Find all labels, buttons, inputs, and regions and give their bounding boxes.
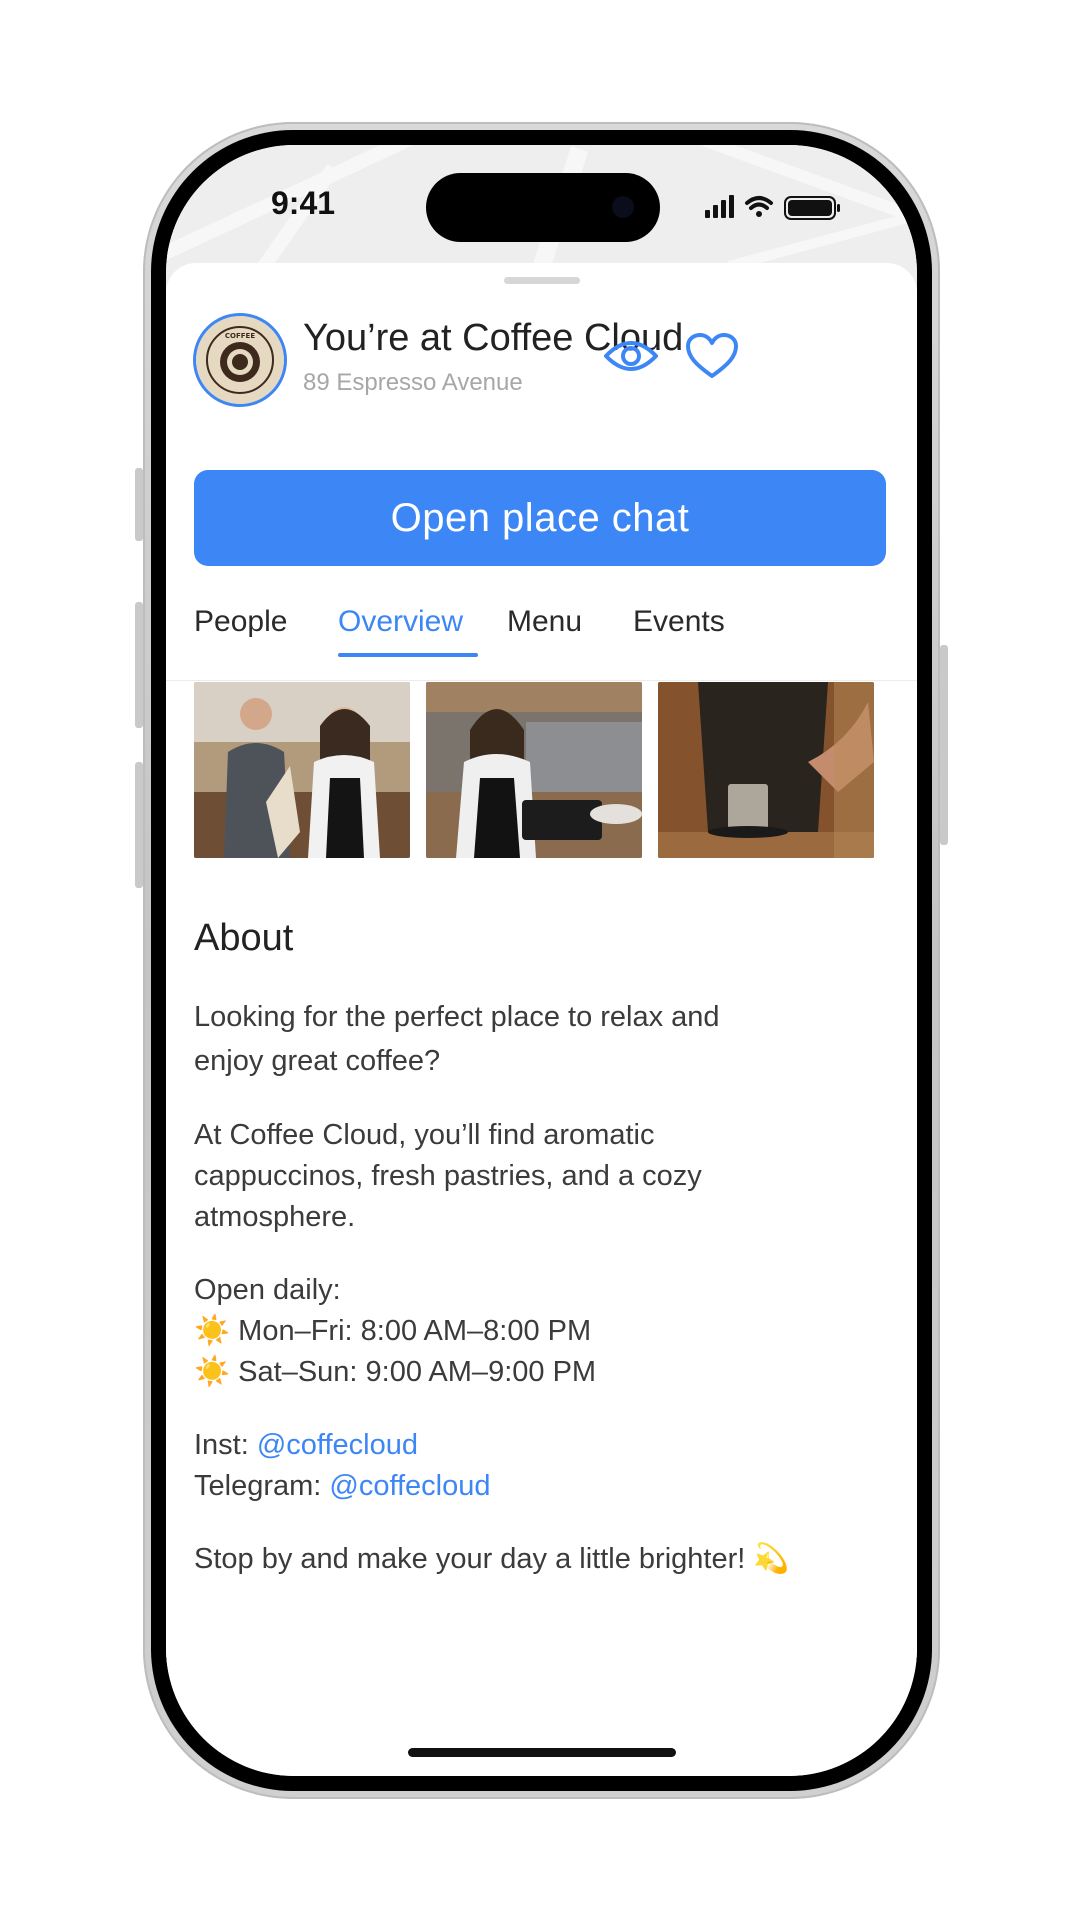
heart-icon: [686, 333, 738, 378]
sheet-grabber[interactable]: [504, 277, 580, 284]
hours-weekend: ☀️ Sat–Sun: 9:00 AM–9:00 PM: [194, 1356, 597, 1388]
home-indicator[interactable]: [408, 1748, 676, 1757]
tabs-divider: [166, 680, 917, 681]
eye-icon: [604, 341, 658, 371]
about-description: Looking for the perfect place to relax a…: [194, 995, 894, 1624]
status-icons: [705, 193, 855, 223]
about-details: At Coffee Cloud, you’ll find aromatic ca…: [194, 1119, 702, 1233]
hours-weekday: ☀️ Mon–Fri: 8:00 AM–8:00 PM: [194, 1315, 592, 1347]
battery-icon: [784, 196, 840, 220]
svg-text:COFFEE: COFFEE: [225, 332, 255, 340]
action-button: [135, 468, 143, 541]
tab-events[interactable]: Events: [633, 605, 725, 639]
coffee-glass-photo-icon: [658, 682, 874, 858]
volume-up-button: [135, 602, 143, 728]
barista-register-photo-icon: [426, 682, 642, 858]
place-avatar[interactable]: COFFEE: [193, 313, 287, 407]
favorite-button[interactable]: [681, 325, 743, 387]
dynamic-island: [426, 173, 660, 242]
front-camera: [612, 196, 634, 218]
cellular-signal-icon: [705, 195, 734, 218]
opening-hours: Open daily: ☀️ Mon–Fri: 8:00 AM–8:00 PM …: [194, 1270, 894, 1393]
gallery-photo[interactable]: [194, 682, 410, 858]
telegram-link[interactable]: @coffecloud: [329, 1470, 490, 1502]
open-place-chat-button[interactable]: Open place chat: [194, 470, 886, 566]
tab-menu[interactable]: Menu: [507, 605, 582, 639]
about-closing: Stop by and make your day a little brigh…: [194, 1543, 790, 1575]
tab-bar: People Overview Menu Events: [194, 605, 914, 661]
active-tab-indicator: [338, 653, 478, 657]
instagram-link[interactable]: @coffecloud: [257, 1429, 418, 1461]
volume-down-button: [135, 762, 143, 888]
tab-overview[interactable]: Overview: [338, 605, 463, 639]
about-intro: Looking for the perfect place to relax a…: [194, 1001, 720, 1077]
power-button: [940, 645, 948, 845]
social-links: Inst: @coffecloud Telegram: @coffecloud: [194, 1429, 491, 1502]
wifi-icon: [745, 196, 773, 217]
gallery-photo[interactable]: [426, 682, 642, 858]
tab-people[interactable]: People: [194, 605, 287, 639]
place-address: 89 Espresso Avenue: [303, 369, 523, 396]
baristas-photo-icon: [194, 682, 410, 858]
view-button[interactable]: [600, 325, 662, 387]
about-heading: About: [194, 917, 294, 959]
phone-screen: 9:41 COFFEE You’re at Coffee Cloud 89 Es…: [166, 145, 917, 1776]
gallery-photo[interactable]: [658, 682, 874, 858]
status-time: 9:41: [271, 185, 336, 221]
coffee-logo-icon: COFFEE: [196, 316, 284, 404]
